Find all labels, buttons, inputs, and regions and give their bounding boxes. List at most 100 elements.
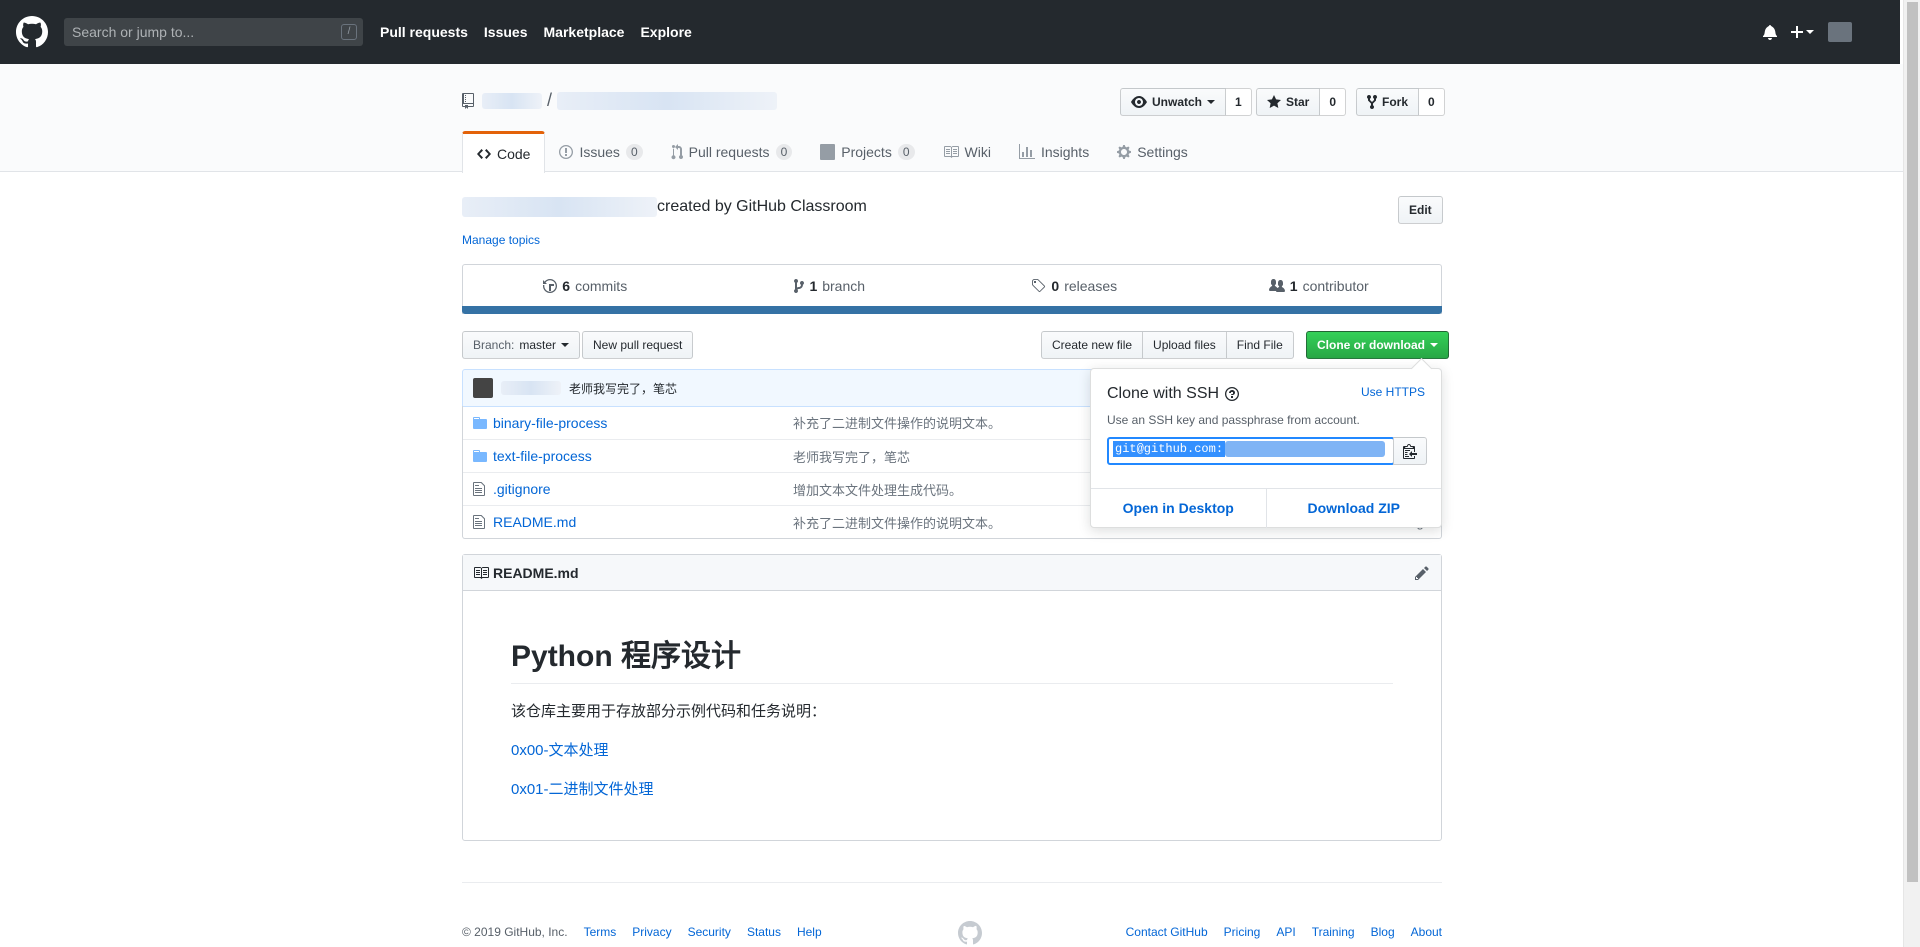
github-mark-icon[interactable] bbox=[958, 921, 982, 945]
contributors-label: contributor bbox=[1302, 278, 1369, 294]
unwatch-button[interactable]: Unwatch bbox=[1120, 88, 1227, 116]
clone-title-text: Clone with SSH bbox=[1107, 385, 1220, 402]
commits-link[interactable]: 6 commits bbox=[463, 265, 708, 307]
nav-explore[interactable]: Explore bbox=[640, 24, 691, 40]
branch-name: master bbox=[519, 338, 557, 352]
footer-link-pricing[interactable]: Pricing bbox=[1224, 925, 1261, 939]
footer-right-links: Contact GitHub Pricing API Training Blog… bbox=[1110, 925, 1442, 939]
find-file-button[interactable]: Find File bbox=[1225, 331, 1294, 359]
tab-pull-requests-label: Pull requests bbox=[688, 143, 770, 160]
footer-link-contact[interactable]: Contact GitHub bbox=[1126, 925, 1208, 939]
use-https-link[interactable]: Use HTTPS bbox=[1361, 385, 1425, 399]
new-pull-request-button[interactable]: New pull request bbox=[582, 331, 694, 359]
clone-dropdown: Clone with SSH Use HTTPS Use an SSH key … bbox=[1090, 368, 1442, 528]
clone-actions: Open in Desktop Download ZIP bbox=[1091, 488, 1441, 528]
clone-url-redacted bbox=[1225, 441, 1386, 457]
tab-wiki[interactable]: Wiki bbox=[929, 131, 1005, 172]
user-menu[interactable] bbox=[1828, 22, 1852, 42]
plus-icon bbox=[1791, 26, 1803, 38]
readme-content: Python 程序设计 该仓库主要用于存放部分示例代码和任务说明： 0x00-文… bbox=[463, 591, 1441, 857]
scrollbar-thumb[interactable] bbox=[1907, 2, 1918, 882]
file-type-icon bbox=[473, 448, 489, 464]
description-text: created by GitHub Classroom bbox=[657, 198, 867, 215]
nav-pull-requests[interactable]: Pull requests bbox=[380, 24, 468, 40]
repo-path-separator: / bbox=[547, 90, 553, 110]
language-bar[interactable] bbox=[462, 306, 1442, 314]
footer-link-privacy[interactable]: Privacy bbox=[632, 925, 671, 939]
search-input[interactable]: Search or jump to... / bbox=[64, 18, 363, 46]
file-name-link[interactable]: binary-file-process bbox=[493, 415, 793, 431]
caret-down-icon bbox=[1806, 30, 1814, 34]
latest-commit-message[interactable]: 老师我写完了，笔芯 bbox=[569, 380, 677, 397]
tab-pull-requests-count: 0 bbox=[775, 143, 793, 160]
file-type-icon bbox=[473, 415, 489, 431]
create-new-file-button[interactable]: Create new file bbox=[1041, 331, 1144, 359]
contributors-link[interactable]: 1 contributor bbox=[1197, 265, 1442, 307]
committer-avatar[interactable] bbox=[473, 378, 493, 398]
repo-tabs: Code Issues 0 Pull requests 0 Projects 0… bbox=[462, 131, 1202, 173]
nav-issues[interactable]: Issues bbox=[484, 24, 528, 40]
file-name-link[interactable]: text-file-process bbox=[493, 448, 793, 464]
stars-count[interactable]: 0 bbox=[1320, 88, 1347, 116]
manage-topics-link[interactable]: Manage topics bbox=[462, 233, 540, 247]
committer-name-redacted[interactable] bbox=[501, 381, 561, 395]
branch-select-button[interactable]: Branch: master bbox=[462, 331, 581, 359]
repo-name-redacted[interactable] bbox=[557, 91, 778, 110]
footer-link-training[interactable]: Training bbox=[1312, 925, 1355, 939]
tab-projects[interactable]: Projects 0 bbox=[806, 131, 928, 172]
footer-link-api[interactable]: API bbox=[1276, 925, 1295, 939]
tab-insights[interactable]: Insights bbox=[1005, 131, 1103, 172]
branch-label: branch bbox=[822, 278, 866, 294]
watchers-count[interactable]: 1 bbox=[1226, 88, 1252, 116]
nav-marketplace[interactable]: Marketplace bbox=[544, 24, 625, 40]
footer-link-status[interactable]: Status bbox=[747, 925, 781, 939]
github-logo-icon[interactable] bbox=[16, 16, 48, 48]
commits-count: 6 bbox=[562, 278, 571, 294]
repo-owner-redacted[interactable] bbox=[482, 92, 542, 109]
pencil-icon[interactable] bbox=[1415, 565, 1429, 581]
download-zip-button[interactable]: Download ZIP bbox=[1267, 489, 1442, 528]
footer-copyright: © 2019 GitHub, Inc. bbox=[462, 925, 568, 939]
open-in-desktop-button[interactable]: Open in Desktop bbox=[1091, 489, 1267, 528]
tab-code-label: Code bbox=[497, 145, 531, 162]
gear-icon bbox=[1117, 144, 1132, 159]
readme-link-binary-processing[interactable]: 0x01-二进制文件处理 bbox=[511, 781, 654, 798]
issue-icon bbox=[559, 144, 574, 159]
fork-icon bbox=[1367, 94, 1377, 110]
people-icon bbox=[1268, 279, 1285, 292]
fork-button[interactable]: Fork bbox=[1356, 88, 1420, 116]
clone-url-input[interactable]: git@github.com: bbox=[1107, 437, 1395, 465]
forks-count[interactable]: 0 bbox=[1419, 88, 1445, 116]
branch-count: 1 bbox=[809, 278, 818, 294]
bell-icon[interactable] bbox=[1763, 24, 1777, 40]
file-name-link[interactable]: .gitignore bbox=[493, 481, 793, 497]
readme-box: README.md Python 程序设计 该仓库主要用于存放部分示例代码和任务… bbox=[462, 554, 1442, 841]
create-new-menu[interactable] bbox=[1791, 24, 1814, 40]
footer-link-terms[interactable]: Terms bbox=[584, 925, 617, 939]
tab-issues[interactable]: Issues 0 bbox=[545, 131, 656, 172]
star-button[interactable]: Star bbox=[1256, 88, 1321, 116]
footer-link-about[interactable]: About bbox=[1411, 925, 1442, 939]
clone-or-download-button[interactable]: Clone or download bbox=[1306, 331, 1449, 359]
footer: © 2019 GitHub, Inc. Terms Privacy Securi… bbox=[462, 921, 1442, 945]
upload-files-button[interactable]: Upload files bbox=[1142, 331, 1227, 359]
question-icon[interactable] bbox=[1225, 386, 1240, 402]
file-type-icon bbox=[473, 514, 489, 530]
tab-code[interactable]: Code bbox=[462, 131, 546, 173]
file-type-icon bbox=[473, 481, 489, 497]
search-placeholder: Search or jump to... bbox=[72, 24, 195, 40]
file-icon bbox=[473, 515, 485, 529]
tab-settings[interactable]: Settings bbox=[1103, 131, 1202, 172]
releases-link[interactable]: 0 releases bbox=[952, 265, 1197, 307]
branches-link[interactable]: 1 branch bbox=[708, 265, 953, 307]
tab-pull-requests[interactable]: Pull requests 0 bbox=[657, 131, 807, 172]
footer-link-blog[interactable]: Blog bbox=[1371, 925, 1395, 939]
copy-url-button[interactable] bbox=[1393, 437, 1427, 465]
edit-description-button[interactable]: Edit bbox=[1398, 196, 1443, 224]
file-name-link[interactable]: README.md bbox=[493, 514, 793, 530]
footer-link-security[interactable]: Security bbox=[688, 925, 731, 939]
readme-link-text-processing[interactable]: 0x00-文本处理 bbox=[511, 742, 609, 759]
commits-label: commits bbox=[575, 278, 628, 294]
footer-link-help[interactable]: Help bbox=[797, 925, 822, 939]
page-scrollbar[interactable] bbox=[1903, 0, 1920, 947]
